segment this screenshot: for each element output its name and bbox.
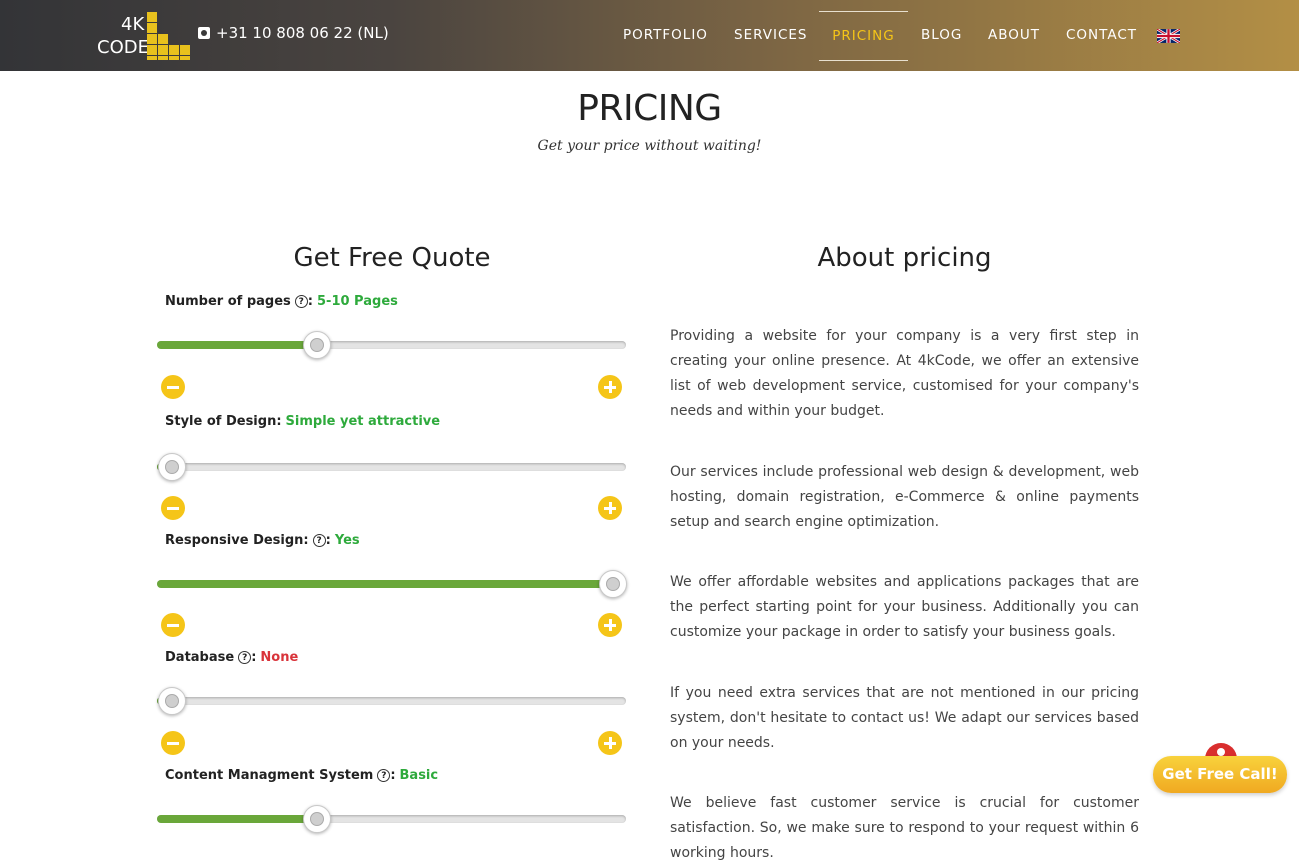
about-paragraph: Providing a website for your company is … — [670, 328, 1139, 419]
logo-block — [180, 56, 190, 60]
nav-pricing[interactable]: PRICING — [819, 11, 908, 61]
nav-about[interactable]: ABOUT — [988, 11, 1040, 59]
slider-label-text: Responsive Design: — [165, 533, 309, 548]
help-icon[interactable]: ? — [294, 295, 308, 308]
slider-value: 5-10 Pages — [317, 294, 398, 309]
slider-label-text: Database — [165, 650, 235, 665]
slider-label-text: Style of Design — [165, 414, 277, 429]
label-separator: : — [251, 650, 257, 665]
phone-icon — [198, 27, 210, 39]
nav-contact[interactable]: CONTACT — [1066, 11, 1137, 59]
slider-thumb[interactable] — [303, 805, 332, 833]
help-icon[interactable]: ? — [312, 534, 326, 547]
database-slider[interactable] — [157, 687, 626, 715]
about-paragraph: If you need extra services that are not … — [670, 685, 1139, 751]
logo-block — [147, 23, 157, 33]
logo-block — [147, 45, 157, 55]
slider-value: Yes — [334, 533, 360, 548]
label-separator: : — [390, 768, 396, 783]
logo-text-top: 4K — [121, 14, 145, 35]
slider-fill — [157, 341, 317, 349]
slider-value: None — [260, 650, 299, 665]
logo-block — [169, 56, 179, 60]
slider-label-pages: Number of pages ?: 5-10 Pages — [165, 294, 398, 309]
phone-contact[interactable]: +31 10 808 06 22 (NL) — [198, 24, 389, 42]
about-title: About pricing — [817, 243, 992, 273]
decrease-responsive-button[interactable] — [161, 613, 185, 637]
label-separator: : — [307, 294, 313, 309]
logo-block — [147, 56, 157, 60]
logo-text-bottom: CODE — [97, 37, 149, 58]
slider-fill — [157, 815, 317, 823]
decrease-database-button[interactable] — [161, 731, 185, 755]
about-paragraph: We offer affordable websites and applica… — [670, 574, 1139, 640]
slider-label-style: Style of Design: Simple yet attractive — [165, 414, 440, 429]
about-paragraph: We believe fast customer service is cruc… — [670, 795, 1139, 861]
style-slider[interactable] — [157, 453, 626, 481]
logo-block — [169, 45, 179, 55]
nav-blog[interactable]: BLOG — [921, 11, 962, 59]
decrease-pages-button[interactable] — [161, 375, 185, 399]
slider-thumb[interactable] — [598, 570, 627, 598]
site-logo[interactable]: 4K CODE — [97, 12, 193, 60]
page-title: PRICING — [577, 88, 722, 129]
quote-title: Get Free Quote — [293, 243, 491, 273]
phone-number: +31 10 808 06 22 (NL) — [216, 24, 389, 42]
slider-thumb[interactable] — [158, 687, 187, 715]
site-header: 4K CODE +31 10 808 06 22 (NL) PORTFOLIO … — [0, 0, 1299, 71]
page-subtitle: Get your price without waiting! — [537, 138, 762, 154]
logo-block — [147, 12, 157, 22]
slider-label-text: Number of pages — [165, 294, 291, 309]
cms-slider[interactable] — [157, 805, 626, 833]
logo-block — [147, 34, 157, 44]
nav-services[interactable]: SERVICES — [734, 11, 807, 59]
slider-thumb[interactable] — [158, 453, 187, 481]
logo-block — [158, 56, 168, 60]
about-paragraph: Our services include professional web de… — [670, 464, 1139, 530]
responsive-slider[interactable] — [157, 570, 627, 598]
slider-label-cms: Content Managment System ? : Basic — [165, 768, 438, 783]
slider-thumb[interactable] — [303, 331, 332, 359]
uk-flag-icon[interactable] — [1157, 29, 1180, 43]
slider-label-text: Content Managment System — [165, 768, 374, 783]
slider-value: Basic — [399, 768, 439, 783]
increase-style-button[interactable] — [598, 496, 622, 520]
slider-value: Simple yet attractive — [285, 414, 441, 429]
increase-pages-button[interactable] — [598, 375, 622, 399]
nav-portfolio[interactable]: PORTFOLIO — [623, 11, 708, 59]
label-separator: : — [276, 414, 282, 429]
increase-database-button[interactable] — [598, 731, 622, 755]
slider-label-responsive: Responsive Design: ?: Yes — [165, 533, 360, 548]
slider-fill — [157, 580, 612, 588]
label-separator: : — [325, 533, 331, 548]
decrease-style-button[interactable] — [161, 496, 185, 520]
pages-slider[interactable] — [157, 331, 626, 359]
help-icon[interactable]: ? — [238, 651, 252, 664]
increase-responsive-button[interactable] — [598, 613, 622, 637]
help-icon[interactable]: ? — [377, 769, 391, 782]
slider-label-database: Database ?: None — [165, 650, 298, 665]
get-free-call-button[interactable]: Get Free Call! — [1153, 756, 1287, 793]
logo-block — [158, 34, 168, 44]
logo-block — [158, 45, 168, 55]
logo-block — [180, 45, 190, 55]
